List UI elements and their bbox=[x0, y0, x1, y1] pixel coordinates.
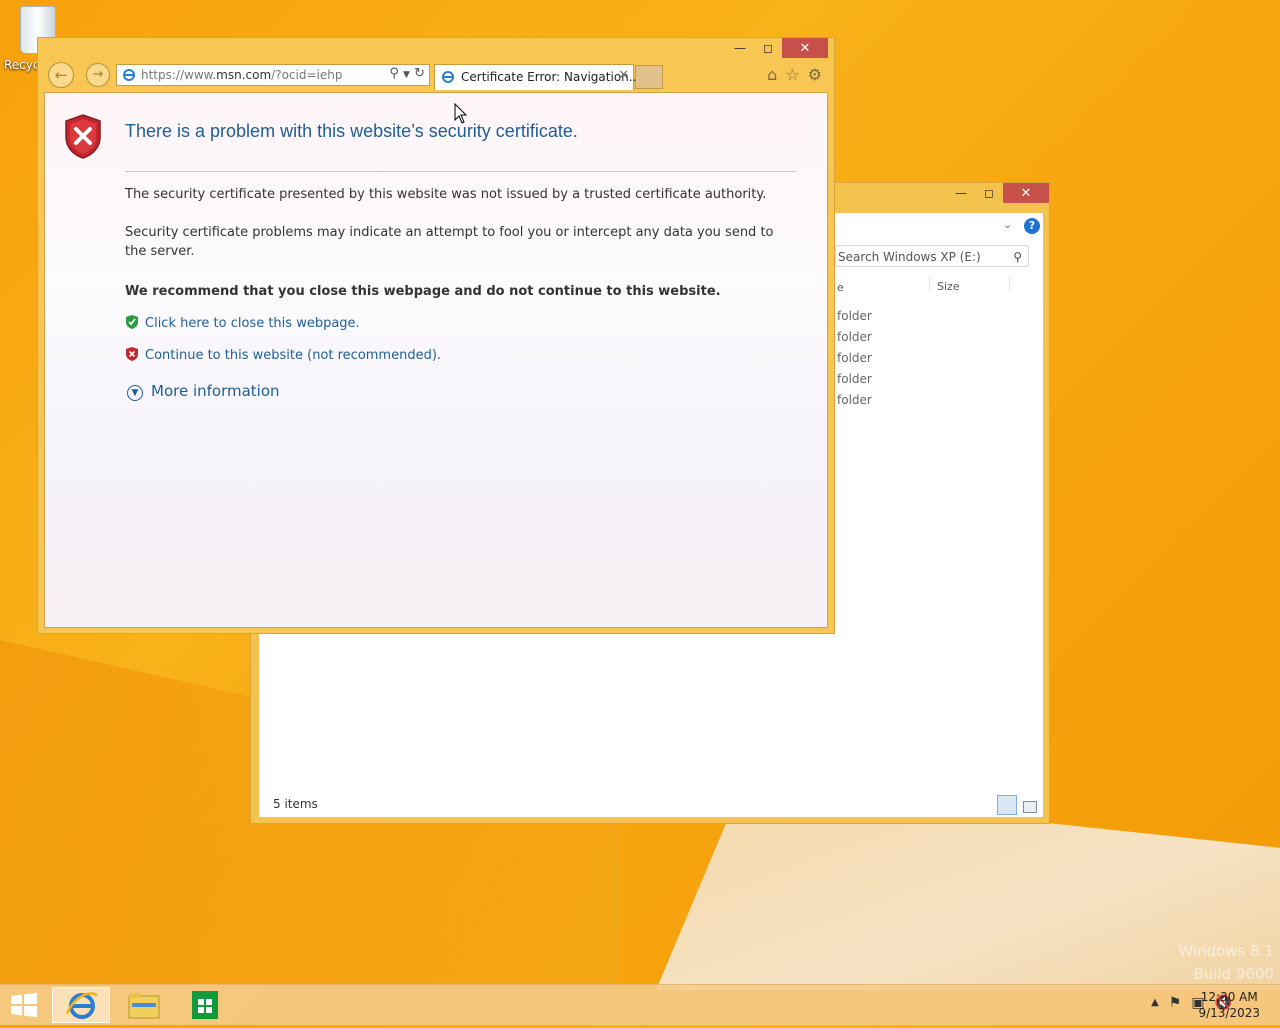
back-button[interactable]: ← bbox=[48, 62, 74, 88]
column-header-size[interactable]: Size bbox=[937, 280, 960, 293]
address-url: https://www.msn.com/?ocid=iehp bbox=[141, 68, 342, 82]
ie-window-controls: — ◻ ✕ bbox=[726, 38, 828, 58]
url-domain: msn.com bbox=[216, 68, 272, 82]
store-bag-icon bbox=[192, 991, 218, 1019]
ie-maximize-button[interactable]: ◻ bbox=[754, 38, 782, 58]
status-item-count: 5 items bbox=[273, 797, 318, 811]
ie-tab-icon bbox=[442, 71, 454, 83]
close-webpage-link[interactable]: Click here to close this webpage. bbox=[125, 314, 360, 331]
internet-explorer-icon bbox=[65, 992, 99, 1019]
page-title: There is a problem with this website’s s… bbox=[125, 121, 578, 141]
help-icon[interactable]: ? bbox=[1024, 218, 1040, 234]
explorer-maximize-button[interactable]: ◻ bbox=[975, 183, 1003, 203]
mouse-cursor-icon bbox=[454, 103, 468, 124]
ie-page-content: There is a problem with this website’s s… bbox=[44, 92, 828, 628]
url-suffix: /?ocid=iehp bbox=[271, 68, 343, 82]
more-information-toggle[interactable]: ▼ More information bbox=[127, 382, 280, 401]
list-item[interactable]: folder bbox=[837, 371, 872, 392]
url-prefix: https://www. bbox=[141, 68, 217, 82]
search-placeholder: Search Windows XP (E:) bbox=[838, 250, 981, 264]
taskbar-file-explorer[interactable] bbox=[114, 987, 172, 1023]
refresh-icon[interactable]: ↻ bbox=[414, 66, 425, 81]
address-bar[interactable]: https://www.msn.com/?ocid=iehp ⚲ ▼ ↻ bbox=[116, 64, 430, 86]
taskbar-store[interactable] bbox=[176, 987, 234, 1023]
file-list: folder folder folder folder folder bbox=[837, 308, 872, 413]
home-icon[interactable]: ⌂ bbox=[767, 65, 777, 84]
security-error-shield-icon bbox=[65, 114, 101, 159]
search-icon[interactable]: ⚲ bbox=[389, 66, 399, 81]
expand-chevron-icon: ▼ bbox=[127, 385, 143, 401]
list-item[interactable]: folder bbox=[837, 350, 872, 371]
description-paragraph-2: Security certificate problems may indica… bbox=[125, 225, 774, 259]
column-divider[interactable] bbox=[929, 275, 930, 291]
file-explorer-folder-icon bbox=[128, 993, 160, 1019]
explorer-window-controls: — ◻ ✕ bbox=[947, 183, 1049, 209]
action-center-flag-icon[interactable]: ⚑ bbox=[1169, 995, 1182, 1011]
gear-icon[interactable]: ⚙ bbox=[808, 65, 822, 84]
large-icons-view-icon[interactable] bbox=[1023, 801, 1037, 813]
clock-date: 9/13/2023 bbox=[1198, 1006, 1260, 1020]
dropdown-arrow-icon[interactable]: ▼ bbox=[403, 70, 410, 80]
list-item[interactable]: folder bbox=[837, 329, 872, 350]
details-view-icon[interactable] bbox=[997, 795, 1017, 815]
close-tab-icon[interactable]: ✕ bbox=[618, 68, 629, 83]
continue-website-link-text: Continue to this website (not recommende… bbox=[145, 348, 442, 363]
chevron-down-icon[interactable]: ⌄ bbox=[1003, 218, 1012, 231]
ie-minimize-button[interactable]: — bbox=[726, 38, 754, 58]
list-item[interactable]: folder bbox=[837, 392, 872, 413]
column-header-type[interactable]: e bbox=[837, 281, 844, 294]
forward-button[interactable]: → bbox=[86, 63, 110, 87]
watermark-line-2: Build 9600 bbox=[1193, 965, 1274, 983]
tab-certificate-error[interactable]: Certificate Error: Navigation... ✕ bbox=[434, 64, 640, 90]
divider bbox=[125, 171, 796, 172]
new-tab-button[interactable] bbox=[635, 65, 663, 89]
explorer-minimize-button[interactable]: — bbox=[947, 183, 975, 203]
list-item[interactable]: folder bbox=[837, 308, 872, 329]
tab-title: Certificate Error: Navigation... bbox=[461, 70, 641, 84]
green-shield-check-icon bbox=[126, 315, 138, 329]
watermark-line-1: Windows 8.1 bbox=[1178, 942, 1274, 960]
description-paragraph-1: The security certificate presented by th… bbox=[125, 187, 767, 202]
forward-arrow-icon: → bbox=[92, 67, 104, 82]
ie-toolbar-right: ⌂ ☆ ⚙ bbox=[767, 65, 822, 84]
search-icon[interactable]: ⚲ bbox=[1013, 246, 1022, 268]
taskbar-internet-explorer[interactable] bbox=[52, 987, 110, 1023]
red-shield-x-icon bbox=[126, 347, 138, 361]
start-button[interactable] bbox=[10, 993, 38, 1017]
back-arrow-icon: ← bbox=[54, 66, 68, 84]
recommendation-text: We recommend that you close this webpage… bbox=[125, 284, 721, 299]
taskbar-clock[interactable]: 12:30 AM 9/13/2023 bbox=[1198, 989, 1260, 1021]
more-information-label: More information bbox=[151, 382, 280, 400]
ie-page-icon bbox=[123, 69, 135, 81]
windows-watermark: Windows 8.1 Build 9600 bbox=[1178, 940, 1274, 986]
explorer-search-input[interactable]: Search Windows XP (E:) ⚲ bbox=[835, 245, 1029, 267]
show-hidden-icons-icon[interactable]: ▲ bbox=[1151, 995, 1159, 1011]
ie-close-button[interactable]: ✕ bbox=[782, 38, 828, 58]
close-webpage-link-text: Click here to close this webpage. bbox=[145, 316, 360, 331]
explorer-close-button[interactable]: ✕ bbox=[1003, 183, 1049, 203]
favorites-star-icon[interactable]: ☆ bbox=[785, 65, 799, 84]
continue-website-link[interactable]: Continue to this website (not recommende… bbox=[125, 346, 441, 363]
address-tools: ⚲ ▼ ↻ bbox=[389, 66, 425, 81]
taskbar: ▲ ⚑ ▣ 🔇 12:30 AM 9/13/2023 bbox=[0, 984, 1280, 1025]
clock-time: 12:30 AM bbox=[1200, 990, 1258, 1004]
column-divider[interactable] bbox=[1009, 275, 1010, 291]
internet-explorer-window: — ◻ ✕ ← → https://www.msn.com/?ocid=iehp… bbox=[37, 37, 835, 634]
